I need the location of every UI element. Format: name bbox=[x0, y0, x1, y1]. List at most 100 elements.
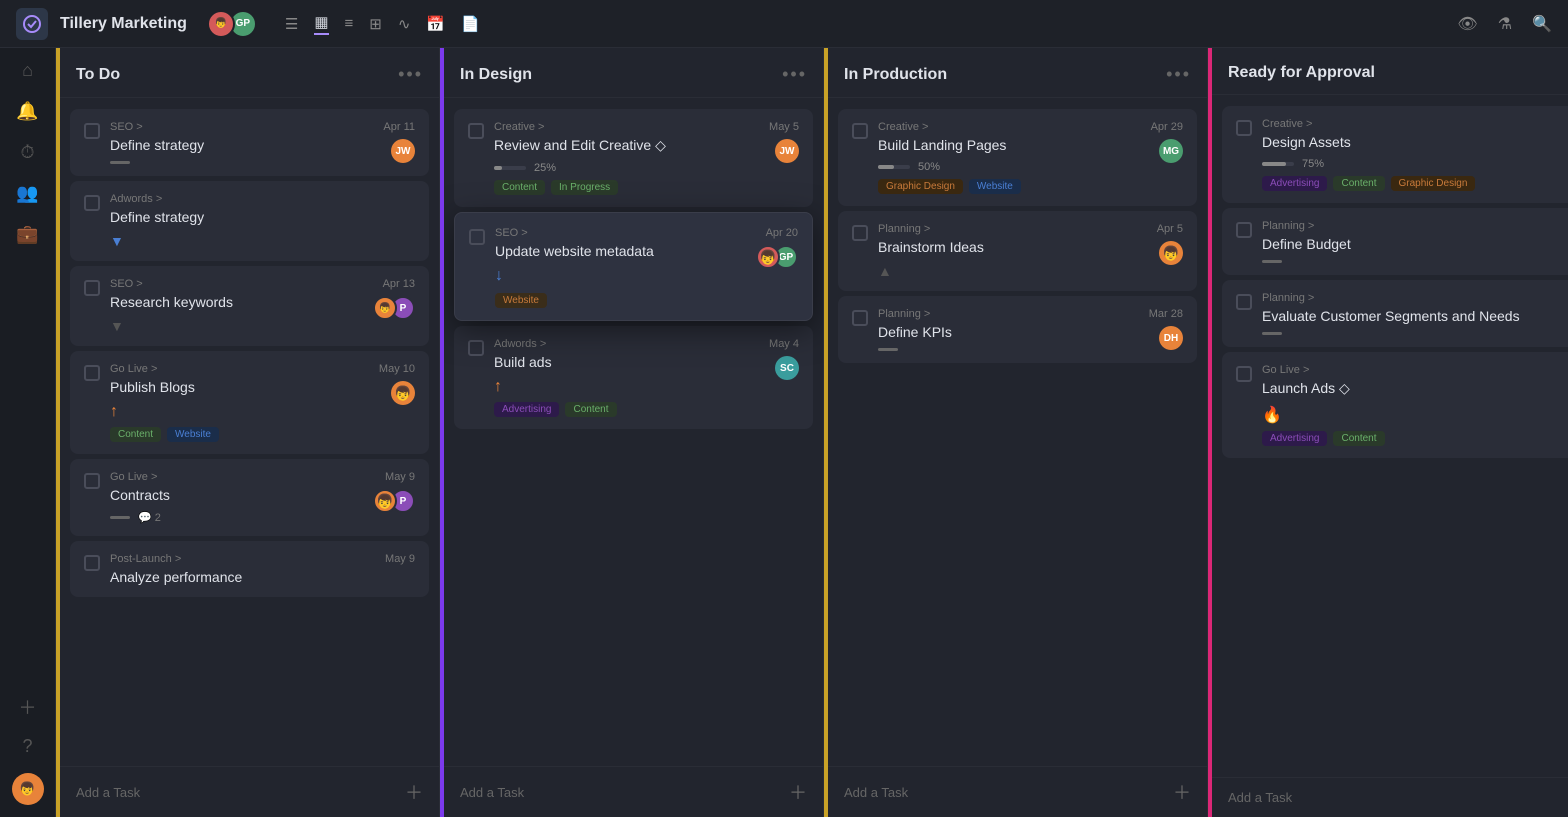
activity-icon[interactable]: ∿ bbox=[398, 15, 411, 33]
card-title: Define strategy bbox=[110, 209, 415, 225]
card-checkbox[interactable] bbox=[1236, 120, 1252, 136]
tag-inprogress: In Progress bbox=[551, 180, 618, 195]
avatar-1[interactable]: 👦 bbox=[207, 10, 235, 38]
tag-graphic-design: Graphic Design bbox=[878, 179, 963, 194]
card-checkbox[interactable] bbox=[852, 225, 868, 241]
ready-title: Ready for Approval bbox=[1228, 64, 1375, 82]
list-icon[interactable]: ☰ bbox=[285, 15, 298, 33]
tag-website: Website bbox=[167, 427, 219, 442]
progress-label: 25% bbox=[534, 162, 556, 174]
bar-chart-icon[interactable]: ▦ bbox=[314, 13, 328, 35]
eye-icon[interactable]: 👁 bbox=[1457, 14, 1477, 34]
in-production-menu[interactable]: ••• bbox=[1166, 64, 1191, 85]
card-checkbox[interactable] bbox=[1236, 222, 1252, 238]
add-task-todo[interactable]: Add a Task ＋ bbox=[60, 766, 439, 817]
avatar-mg: MG bbox=[1159, 139, 1183, 163]
card-seo-research-keywords[interactable]: SEO > Research keywords ▼ Apr 13 👦 bbox=[70, 266, 429, 346]
sidebar-bell-icon[interactable]: 🔔 bbox=[16, 101, 38, 122]
card-checkbox[interactable] bbox=[468, 123, 484, 139]
user-avatars: 👦 GP bbox=[207, 10, 257, 38]
priority-up-icon2: ↑ bbox=[494, 378, 502, 395]
card-adwords-build-ads[interactable]: Adwords > Build ads ↑ Advertising Conten… bbox=[454, 326, 813, 429]
card-golive-publish-blogs[interactable]: Go Live > Publish Blogs ↑ Content Websit… bbox=[70, 351, 429, 454]
card-creative-design-assets[interactable]: Creative > Design Assets 75% Advertising… bbox=[1222, 106, 1568, 203]
card-title: Evaluate Customer Segments and Needs bbox=[1262, 308, 1567, 324]
progress-label3: 75% bbox=[1302, 158, 1324, 170]
app-title: Tillery Marketing bbox=[60, 15, 187, 33]
card-checkbox[interactable] bbox=[84, 280, 100, 296]
align-left-icon[interactable]: ≡ bbox=[345, 15, 354, 32]
card-date: Mar 28 bbox=[1149, 308, 1183, 320]
card-date: Apr 13 bbox=[383, 278, 415, 290]
priority-down-icon: ↓ bbox=[495, 267, 503, 284]
in-design-body: In Design ••• Creative > Review and Edit… bbox=[444, 48, 823, 817]
card-date: Apr 29 bbox=[1151, 121, 1183, 133]
card-category: Planning > bbox=[1262, 292, 1567, 304]
card-checkbox[interactable] bbox=[852, 310, 868, 326]
sidebar-user-avatar[interactable]: 👦 bbox=[12, 773, 44, 805]
card-planning-define-budget[interactable]: Planning > Define Budget bbox=[1222, 208, 1568, 275]
card-checkbox[interactable] bbox=[468, 340, 484, 356]
in-design-title: In Design bbox=[460, 66, 532, 84]
card-golive-launch-ads[interactable]: Go Live > Launch Ads ◇ 🔥 Advertising Con… bbox=[1222, 352, 1568, 458]
calendar-icon[interactable]: 📅 bbox=[426, 15, 445, 33]
card-checkbox[interactable] bbox=[469, 229, 485, 245]
grid-icon[interactable]: ⊞ bbox=[369, 15, 382, 33]
ready-header: Ready for Approval bbox=[1212, 48, 1568, 95]
card-checkbox[interactable] bbox=[84, 365, 100, 381]
sidebar-home-icon[interactable]: ⌂ bbox=[22, 60, 33, 81]
sidebar-clock-icon[interactable]: ⏱ bbox=[20, 142, 34, 163]
sidebar-users-icon[interactable]: 👥 bbox=[16, 183, 38, 204]
add-task-ready[interactable]: Add a Task bbox=[1212, 777, 1568, 817]
card-checkbox[interactable] bbox=[1236, 366, 1252, 382]
card-postlaunch-analyze[interactable]: Post-Launch > Analyze performance May 9 bbox=[70, 541, 429, 597]
sidebar-plus-icon[interactable]: ＋ bbox=[19, 694, 37, 720]
card-checkbox[interactable] bbox=[84, 195, 100, 211]
card-title: Contracts bbox=[110, 487, 373, 503]
card-checkbox[interactable] bbox=[852, 123, 868, 139]
tag-content: Content bbox=[110, 427, 161, 442]
card-planning-evaluate-customer[interactable]: Planning > Evaluate Customer Segments an… bbox=[1222, 280, 1568, 347]
card-creative-review[interactable]: Creative > Review and Edit Creative ◇ 25… bbox=[454, 109, 813, 207]
card-category: Adwords > bbox=[110, 193, 415, 205]
card-planning-brainstorm[interactable]: Planning > Brainstorm Ideas ▲ Apr 5 👦 bbox=[838, 211, 1197, 291]
card-creative-landing-pages[interactable]: Creative > Build Landing Pages 50% Graph… bbox=[838, 109, 1197, 206]
card-seo-define-strategy[interactable]: SEO > Define strategy Apr 11 JW bbox=[70, 109, 429, 176]
add-task-in-design[interactable]: Add a Task ＋ bbox=[444, 766, 823, 817]
in-production-header: In Production ••• bbox=[828, 48, 1207, 98]
avatar-face: 👦 bbox=[391, 381, 415, 405]
card-title: Launch Ads ◇ bbox=[1262, 380, 1567, 397]
card-date: May 9 bbox=[385, 471, 415, 483]
board: To Do ••• SEO > Define strategy bbox=[56, 48, 1568, 817]
card-checkbox[interactable] bbox=[84, 473, 100, 489]
avatar-jw2: JW bbox=[775, 139, 799, 163]
sidebar-briefcase-icon[interactable]: 💼 bbox=[16, 224, 38, 245]
card-category: Adwords > bbox=[494, 338, 769, 350]
progress-label2: 50% bbox=[918, 161, 940, 173]
file-icon[interactable]: 📄 bbox=[461, 15, 480, 33]
column-todo: To Do ••• SEO > Define strategy bbox=[56, 48, 440, 817]
in-design-menu[interactable]: ••• bbox=[782, 64, 807, 85]
sidebar-help-icon[interactable]: ? bbox=[22, 736, 32, 757]
popup-title: Update website metadata bbox=[495, 243, 756, 259]
card-date: Apr 5 bbox=[1157, 223, 1183, 235]
add-task-in-production[interactable]: Add a Task ＋ bbox=[828, 766, 1207, 817]
card-golive-contracts[interactable]: Go Live > Contracts 💬 2 May 9 � bbox=[70, 459, 429, 536]
priority-minus2 bbox=[878, 348, 898, 351]
todo-menu[interactable]: ••• bbox=[398, 64, 423, 85]
card-planning-define-kpis[interactable]: Planning > Define KPIs Mar 28 DH bbox=[838, 296, 1197, 363]
search-icon[interactable]: 🔍 bbox=[1532, 14, 1552, 34]
avatar-face3: 👦 bbox=[756, 245, 780, 269]
add-task-plus-icon2: ＋ bbox=[789, 779, 807, 805]
filter-icon[interactable]: ⚗ bbox=[1498, 14, 1512, 34]
card-checkbox[interactable] bbox=[84, 123, 100, 139]
topbar: Tillery Marketing 👦 GP ☰ ▦ ≡ ⊞ ∿ 📅 📄 👁 ⚗… bbox=[0, 0, 1568, 48]
card-checkbox[interactable] bbox=[1236, 294, 1252, 310]
card-adwords-define-strategy[interactable]: Adwords > Define strategy ▼ bbox=[70, 181, 429, 261]
popup-card-update-metadata[interactable]: SEO > Update website metadata ↓ Website … bbox=[454, 212, 813, 321]
card-checkbox[interactable] bbox=[84, 555, 100, 571]
card-title: Research keywords bbox=[110, 294, 373, 310]
todo-title: To Do bbox=[76, 66, 120, 84]
app-logo[interactable] bbox=[16, 8, 48, 40]
card-category: Creative > bbox=[878, 121, 1151, 133]
